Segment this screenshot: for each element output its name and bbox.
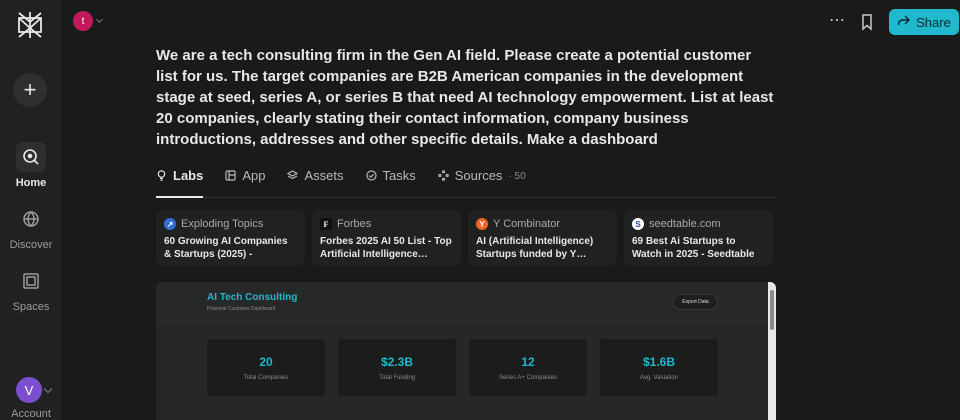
dashboard-title: AI Tech Consulting xyxy=(207,292,298,303)
share-icon xyxy=(897,14,911,30)
search-icon xyxy=(16,142,46,172)
sidebar-item-discover[interactable]: Discover xyxy=(0,204,62,251)
check-circle-icon xyxy=(365,170,377,181)
stat-label: Series A+ Companies xyxy=(499,375,557,381)
plus-icon: + xyxy=(23,77,37,102)
sidebar-item-home[interactable]: Home xyxy=(0,142,62,189)
stat-card: 20 Total Companies xyxy=(207,339,325,396)
source-card[interactable]: S seedtable.com 69 Best Ai Startups to W… xyxy=(624,210,773,266)
source-title: 69 Best Ai Startups to Watch in 2025 - S… xyxy=(632,236,755,260)
lightbulb-icon xyxy=(157,170,166,181)
source-title: 60 Growing AI Companies & Startups (2025… xyxy=(164,236,288,260)
source-site: seedtable.com xyxy=(649,218,721,230)
stat-value: $1.6B xyxy=(642,355,676,369)
dashboard-subtitle: Potential Customer Dashboard xyxy=(207,306,276,312)
more-options-icon[interactable]: ⋯ xyxy=(827,12,847,32)
stat-label: Avg. Valuation xyxy=(639,375,679,381)
new-thread-button[interactable]: + xyxy=(13,73,47,107)
account-label[interactable]: Account xyxy=(0,408,62,420)
globe-icon xyxy=(16,204,46,234)
stat-label: Total Companies xyxy=(243,375,289,381)
share-label: Share xyxy=(916,14,951,30)
layers-icon xyxy=(287,170,299,180)
sources-icon xyxy=(437,170,449,181)
tab-label: Tasks xyxy=(382,168,416,183)
forbes-favicon-icon: F xyxy=(320,218,332,230)
tab-label: App xyxy=(242,168,266,183)
tab-tasks[interactable]: Tasks xyxy=(365,164,416,198)
tab-app[interactable]: App xyxy=(225,164,265,198)
sidebar-item-spaces[interactable]: Spaces xyxy=(0,266,62,313)
sidebar: + Home Discover Spaces V Account xyxy=(0,0,62,420)
spaces-icon xyxy=(16,266,46,296)
stat-value: $2.3B xyxy=(380,355,414,369)
source-card[interactable]: F Forbes Forbes 2025 AI 50 List - Top Ar… xyxy=(312,210,461,266)
source-site: Y Combinator xyxy=(493,218,561,230)
scrollbar-thumb[interactable] xyxy=(770,290,774,330)
dashboard-preview: AI Tech Consulting Potential Customer Da… xyxy=(156,282,776,420)
source-site: Exploding Topics xyxy=(181,218,264,230)
tab-labs[interactable]: Labs xyxy=(156,164,204,198)
source-title: AI (Artificial Intelligence) Startups fu… xyxy=(476,236,594,260)
ycombinator-favicon-icon: Y xyxy=(476,218,488,230)
stat-card: $1.6B Avg. Valuation xyxy=(600,339,718,396)
stat-label: Total Funding xyxy=(378,375,416,381)
export-data-button[interactable]: Export Data xyxy=(673,294,718,310)
source-title: Forbes 2025 AI 50 List - Top Artificial … xyxy=(320,236,452,260)
tab-assets[interactable]: Assets xyxy=(287,164,344,198)
source-cards: ↗ Exploding Topics 60 Growing AI Compani… xyxy=(156,210,773,266)
share-button[interactable]: Share xyxy=(889,9,959,35)
user-avatar[interactable]: t xyxy=(73,11,93,31)
stat-card: 12 Series A+ Companies xyxy=(469,339,587,396)
source-card[interactable]: ↗ Exploding Topics 60 Growing AI Compani… xyxy=(156,210,305,266)
app-icon xyxy=(225,170,236,181)
stat-card: $2.3B Total Funding xyxy=(338,339,456,396)
result-tabs: Labs App Assets Tasks Sources · 50 xyxy=(156,164,776,198)
exploding-topics-favicon-icon: ↗ xyxy=(164,218,176,230)
sources-count: · 50 xyxy=(508,171,526,182)
chevron-down-icon[interactable] xyxy=(95,15,104,24)
stat-value: 20 xyxy=(259,355,273,369)
tab-label: Labs xyxy=(173,168,204,183)
sidebar-item-label: Spaces xyxy=(12,301,50,313)
account-avatar[interactable]: V xyxy=(16,377,42,403)
dashboard-scrollbar[interactable] xyxy=(768,282,776,420)
stat-value: 12 xyxy=(521,355,535,369)
sidebar-item-label: Home xyxy=(15,177,47,189)
seedtable-favicon-icon: S xyxy=(632,218,644,230)
chevron-down-icon[interactable] xyxy=(43,384,53,394)
dashboard-header: AI Tech Consulting Potential Customer Da… xyxy=(156,282,768,322)
source-site: Forbes xyxy=(337,218,372,230)
bookmark-icon[interactable] xyxy=(858,12,876,32)
tab-label: Assets xyxy=(304,168,344,183)
tab-label: Sources xyxy=(454,168,503,183)
source-card[interactable]: Y Y Combinator AI (Artificial Intelligen… xyxy=(468,210,617,266)
query-text: We are a tech consulting firm in the Gen… xyxy=(156,47,774,148)
sidebar-item-label: Discover xyxy=(9,239,53,251)
tab-sources[interactable]: Sources · 50 xyxy=(437,164,526,198)
app-logo-icon[interactable] xyxy=(14,9,46,41)
